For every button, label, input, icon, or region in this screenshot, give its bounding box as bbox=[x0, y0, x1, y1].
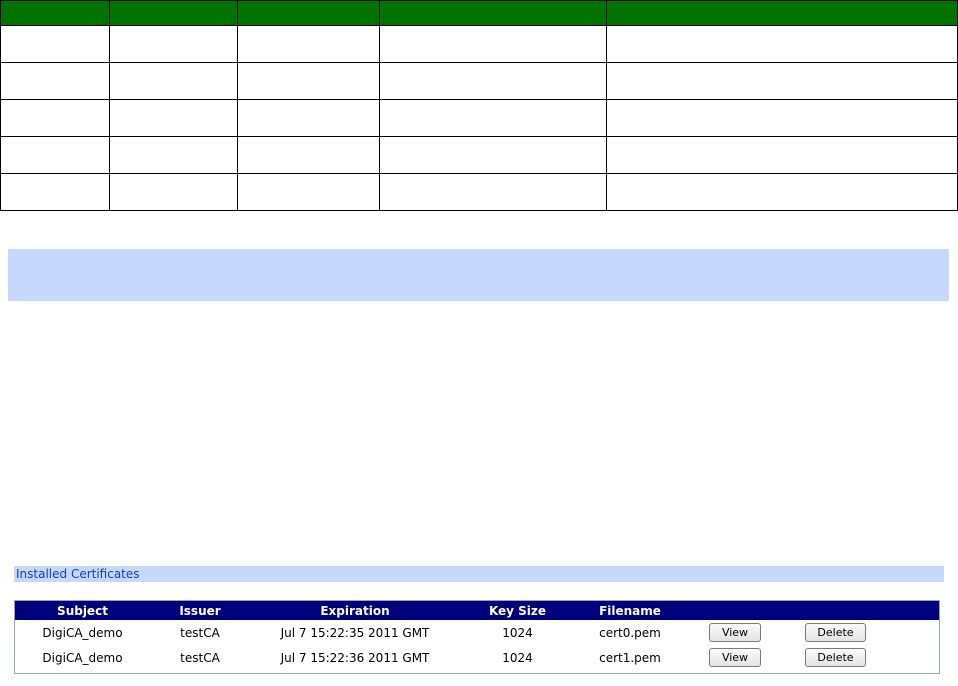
grid-header-cell bbox=[0, 0, 110, 26]
delete-button[interactable]: Delete bbox=[805, 648, 866, 667]
grid-cell bbox=[109, 136, 238, 174]
grid-cell bbox=[0, 136, 110, 174]
cell-filename: cert1.pem bbox=[599, 650, 661, 665]
cell-key-size: 1024 bbox=[502, 625, 533, 640]
grid-cell bbox=[379, 173, 607, 211]
column-header-issuer: Issuer bbox=[150, 601, 250, 620]
grid-cell bbox=[237, 173, 380, 211]
grid-header-cell bbox=[379, 0, 607, 26]
grid-cell bbox=[109, 99, 238, 137]
column-header-expiration: Expiration bbox=[250, 601, 460, 620]
grid-cell bbox=[606, 173, 958, 211]
cell-subject: DigiCA_demo bbox=[42, 650, 123, 665]
cell-expiration: Jul 7 15:22:35 2011 GMT bbox=[280, 625, 430, 640]
grid-cell bbox=[237, 62, 380, 100]
grid-cell bbox=[237, 25, 380, 63]
table-row: DigiCA_demo testCA Jul 7 15:22:36 2011 G… bbox=[15, 645, 939, 670]
table-row: DigiCA_demo testCA Jul 7 15:22:35 2011 G… bbox=[15, 620, 939, 645]
grid-cell bbox=[0, 99, 110, 137]
cell-issuer: testCA bbox=[180, 650, 220, 665]
certificates-header-row: Subject Issuer Expiration Key Size Filen… bbox=[15, 601, 939, 620]
grid-header-cell bbox=[237, 0, 380, 26]
grid-cell bbox=[606, 62, 958, 100]
grid-header-cell bbox=[109, 0, 238, 26]
certificates-table: Subject Issuer Expiration Key Size Filen… bbox=[15, 601, 939, 670]
column-header-key-size: Key Size bbox=[460, 601, 575, 620]
cell-delete: Delete bbox=[785, 645, 939, 670]
grid-cell bbox=[237, 136, 380, 174]
column-header-view bbox=[685, 601, 785, 620]
cell-key-size: 1024 bbox=[502, 650, 533, 665]
grid-cell bbox=[237, 99, 380, 137]
certificates-table-container: Subject Issuer Expiration Key Size Filen… bbox=[14, 600, 940, 674]
grid-cell bbox=[109, 25, 238, 63]
grid-cell bbox=[0, 173, 110, 211]
blue-banner bbox=[8, 249, 949, 301]
grid-header-row bbox=[0, 0, 958, 26]
grid-cell bbox=[606, 25, 958, 63]
grid-cell bbox=[606, 99, 958, 137]
grid-cell bbox=[0, 25, 110, 63]
cell-view: View bbox=[685, 645, 785, 670]
cell-issuer: testCA bbox=[180, 625, 220, 640]
grid-header-cell bbox=[606, 0, 958, 26]
grid-cell bbox=[379, 136, 607, 174]
column-header-delete bbox=[785, 601, 939, 620]
view-button[interactable]: View bbox=[709, 623, 761, 642]
grid-row bbox=[0, 173, 958, 211]
cell-subject: DigiCA_demo bbox=[42, 625, 123, 640]
cell-delete: Delete bbox=[785, 620, 939, 645]
grid-cell bbox=[379, 99, 607, 137]
grid-cell bbox=[606, 136, 958, 174]
column-header-subject: Subject bbox=[15, 601, 150, 620]
grid-cell bbox=[109, 62, 238, 100]
cell-view: View bbox=[685, 620, 785, 645]
grid-cell bbox=[0, 62, 110, 100]
empty-grid-table bbox=[0, 0, 958, 211]
grid-row bbox=[0, 99, 958, 137]
delete-button[interactable]: Delete bbox=[805, 623, 866, 642]
installed-certificates-title: Installed Certificates bbox=[14, 566, 944, 582]
grid-cell bbox=[379, 25, 607, 63]
cell-expiration: Jul 7 15:22:36 2011 GMT bbox=[280, 650, 430, 665]
grid-cell bbox=[109, 173, 238, 211]
grid-row bbox=[0, 25, 958, 63]
column-header-filename: Filename bbox=[575, 601, 685, 620]
cell-filename: cert0.pem bbox=[599, 625, 661, 640]
grid-cell bbox=[379, 62, 607, 100]
grid-row bbox=[0, 136, 958, 174]
grid-row bbox=[0, 62, 958, 100]
view-button[interactable]: View bbox=[709, 648, 761, 667]
